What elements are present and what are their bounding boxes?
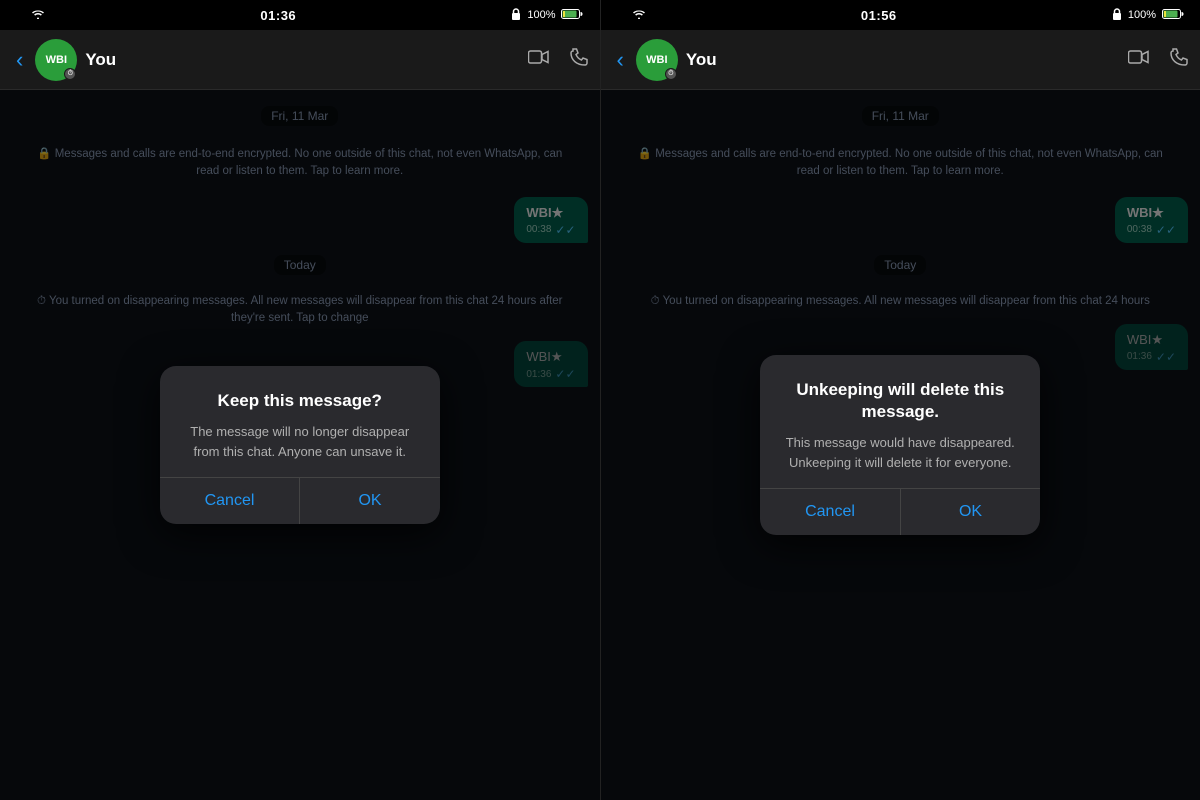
left-contact-name[interactable]: You (85, 50, 519, 70)
left-dialog-overlay: Keep this message? The message will no l… (0, 90, 600, 800)
right-dialog-title: Unkeeping will delete this message. (780, 379, 1020, 423)
left-battery-pct: 100% (527, 9, 555, 21)
left-battery-icon (561, 8, 583, 23)
right-chat-header: ‹ WBI ⏱ You (601, 30, 1200, 90)
right-cancel-button[interactable]: Cancel (760, 489, 900, 535)
left-avatar-text: WBI (46, 54, 67, 66)
right-chat-body: Fri, 11 Mar 🔒 Messages and calls are end… (601, 90, 1200, 800)
left-back-button[interactable]: ‹ (12, 43, 27, 77)
right-status-left: ✈ (617, 9, 646, 22)
left-cancel-button[interactable]: Cancel (160, 478, 300, 524)
left-status-bar: ✈ 01:36 100% (0, 0, 600, 30)
left-dialog-title: Keep this message? (180, 390, 420, 412)
right-dialog-content: Unkeeping will delete this message. This… (760, 355, 1040, 488)
left-avatar[interactable]: WBI ⏱ (35, 39, 77, 81)
left-avatar-badge: ⏱ (64, 68, 76, 80)
right-dialog-message: This message would have disappeared. Unk… (780, 433, 1020, 472)
left-status-right: 100% (511, 8, 583, 23)
right-avatar[interactable]: WBI ⏱ (636, 39, 678, 81)
right-lock-icon (1112, 8, 1122, 23)
right-airplane-icon: ✈ (617, 9, 626, 22)
left-phone-icon[interactable] (570, 48, 588, 72)
right-phone-panel: ✈ 01:56 100% ‹ WBI ⏱ (601, 0, 1200, 800)
left-phone-panel: ✈ 01:36 100% ‹ WBI ⏱ (0, 0, 600, 800)
right-header-actions (1128, 48, 1188, 72)
right-back-button[interactable]: ‹ (613, 43, 628, 77)
right-dialog-overlay: Unkeeping will delete this message. This… (601, 90, 1200, 800)
left-dialog-buttons: Cancel OK (160, 478, 440, 524)
right-battery-pct: 100% (1128, 9, 1156, 21)
left-chat-header: ‹ WBI ⏱ You (0, 30, 600, 90)
right-avatar-badge: ⏱ (665, 68, 677, 80)
left-dialog: Keep this message? The message will no l… (160, 366, 440, 524)
left-status-time: 01:36 (260, 8, 296, 23)
left-header-actions (528, 48, 588, 72)
right-dialog-buttons: Cancel OK (760, 489, 1040, 535)
left-video-icon[interactable] (528, 48, 550, 71)
right-battery-icon (1162, 8, 1184, 23)
right-contact-name[interactable]: You (686, 50, 1120, 70)
phones-container: ✈ 01:36 100% ‹ WBI ⏱ (0, 0, 1200, 800)
left-airplane-icon: ✈ (16, 9, 25, 22)
right-status-bar: ✈ 01:56 100% (601, 0, 1200, 30)
right-avatar-text: WBI (646, 54, 667, 66)
left-lock-icon (511, 8, 521, 23)
right-phone-icon[interactable] (1170, 48, 1188, 72)
left-dialog-message: The message will no longer disappear fro… (180, 422, 420, 461)
right-status-time: 01:56 (861, 8, 897, 23)
right-status-right: 100% (1112, 8, 1184, 23)
left-dialog-content: Keep this message? The message will no l… (160, 366, 440, 477)
left-status-left: ✈ (16, 9, 45, 22)
left-wifi-icon (31, 9, 45, 22)
left-ok-button[interactable]: OK (300, 478, 440, 524)
right-dialog: Unkeeping will delete this message. This… (760, 355, 1040, 535)
right-video-icon[interactable] (1128, 48, 1150, 71)
right-ok-button[interactable]: OK (901, 489, 1041, 535)
right-wifi-icon (632, 9, 646, 22)
left-chat-body: Fri, 11 Mar 🔒 Messages and calls are end… (0, 90, 600, 800)
